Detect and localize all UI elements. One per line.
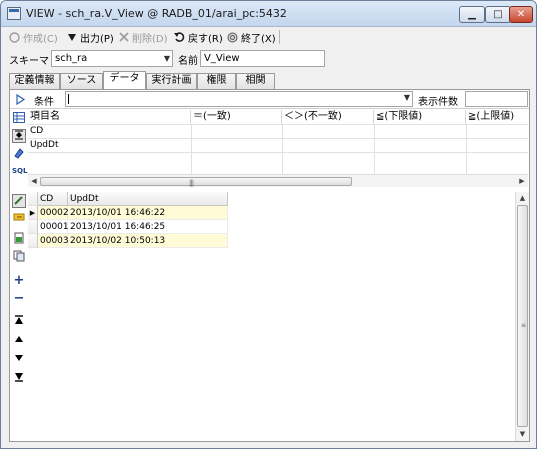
back-button[interactable]: 戻す(R) xyxy=(174,29,223,45)
create-icon xyxy=(9,31,20,43)
toolbar: 作成(C) 出力(P) 削除(D) 戻す(R) 終了(X) xyxy=(1,27,536,47)
output-button[interactable]: 出力(P) xyxy=(67,29,114,45)
app-window-icon xyxy=(7,7,21,20)
condition-row-cd[interactable]: CD xyxy=(28,124,191,138)
chevron-down-icon: ▼ xyxy=(403,93,410,102)
table-cell-upddt[interactable]: 2013/10/01 16:46:22 xyxy=(68,206,228,220)
create-label: 作成(C) xyxy=(23,33,58,45)
condition-horizontal-scrollbar[interactable]: ◀ ||| ▶ xyxy=(28,174,528,187)
scrollbar-thumb[interactable]: ≡ xyxy=(517,205,528,427)
schema-select[interactable]: sch_ra ▼ xyxy=(51,50,173,67)
data-grid: CD UpdDt ▶ 00002 2013/10/01 16:46:22 000… xyxy=(28,192,515,441)
maximize-button[interactable]: □ xyxy=(485,6,511,23)
scroll-down-icon[interactable]: ▼ xyxy=(516,428,529,440)
condition-header-equal: ＝(一致) xyxy=(191,110,282,124)
minimize-button[interactable]: ▁ xyxy=(459,6,485,23)
output-label: 出力(P) xyxy=(80,33,114,45)
row-selector[interactable] xyxy=(28,234,38,248)
column-divider xyxy=(191,124,192,174)
run-icon[interactable] xyxy=(16,94,25,105)
name-field[interactable]: V_View xyxy=(200,50,325,67)
back-label: 戻す(R) xyxy=(188,33,223,45)
scroll-left-icon[interactable]: ◀ xyxy=(28,175,40,188)
data-tab-panel: 条件 ▼ 表示件数 SQL 項目名 ＝(一致) ＜＞(不一致) ≦(下限値) ≧… xyxy=(9,89,530,442)
table-icon[interactable] xyxy=(12,112,26,126)
scroll-up-icon[interactable]: ▲ xyxy=(516,192,529,204)
table-cell-upddt[interactable]: 2013/10/02 10:50:13 xyxy=(68,234,228,248)
last-record-icon[interactable] xyxy=(12,372,26,386)
row-selector[interactable] xyxy=(28,220,38,234)
exit-icon xyxy=(227,32,238,42)
tab-execution-plan[interactable]: 実行計画 xyxy=(146,73,197,89)
name-label: 名前 xyxy=(178,56,198,67)
undo-icon xyxy=(174,31,185,42)
condition-input[interactable]: ▼ xyxy=(65,91,413,107)
row-divider xyxy=(28,152,528,153)
condition-bar: 条件 ▼ 表示件数 xyxy=(10,90,529,109)
scrollbar-thumb[interactable]: ||| xyxy=(40,177,352,187)
commit-icon[interactable] xyxy=(12,211,26,225)
condition-header-field: 項目名 xyxy=(28,110,191,124)
column-divider xyxy=(374,124,375,174)
delete-icon xyxy=(119,32,129,42)
condition-header-notequal: ＜＞(不一致) xyxy=(282,110,374,124)
condition-header-lower: ≦(下限値) xyxy=(374,110,466,124)
table-cell-cd[interactable]: 00003 xyxy=(38,234,69,248)
export-icon[interactable] xyxy=(12,232,26,246)
add-row-icon[interactable]: + xyxy=(12,274,26,288)
data-area: + − CD UpdDt ▶ 00002 2013/10/01 16:46:22… xyxy=(10,192,529,441)
column-header-cd[interactable]: CD xyxy=(38,192,68,206)
delete-label: 削除(D) xyxy=(132,33,168,45)
title-bar[interactable]: VIEW - sch_ra.V_View @ RADB_01/arai_pc:5… xyxy=(1,1,536,27)
scrollbar-grip: ≡ xyxy=(521,322,527,329)
table-cell-cd[interactable]: 00001 xyxy=(38,220,69,234)
tab-source[interactable]: ソース xyxy=(60,73,103,89)
condition-row-upddt[interactable]: UpdDt xyxy=(28,138,191,152)
collapse-icon[interactable] xyxy=(12,129,26,143)
condition-grid: 項目名 ＝(一致) ＜＞(不一致) ≦(下限値) ≧(上限値) CD UpdDt… xyxy=(28,110,528,187)
window-title: VIEW - sch_ra.V_View @ RADB_01/arai_pc:5… xyxy=(26,7,287,20)
count-field[interactable] xyxy=(465,91,528,107)
column-header-upddt[interactable]: UpdDt xyxy=(68,192,228,206)
condition-side-toolbar: SQL xyxy=(10,110,28,190)
delete-button[interactable]: 削除(D) xyxy=(119,29,168,45)
data-side-toolbar: + − xyxy=(10,192,28,441)
copy-icon[interactable] xyxy=(12,250,26,264)
data-vertical-scrollbar[interactable]: ▲ ≡ ▼ xyxy=(515,192,529,441)
tab-privileges[interactable]: 権限 xyxy=(197,73,236,89)
schema-label: スキーマ xyxy=(9,56,49,67)
grid-corner xyxy=(28,192,38,206)
chevron-down-icon: ▼ xyxy=(163,54,170,63)
close-button[interactable]: ✕ xyxy=(509,6,533,23)
table-cell-cd[interactable]: 00002 xyxy=(38,206,69,220)
prev-record-icon[interactable] xyxy=(12,334,26,348)
condition-label: 条件 xyxy=(34,97,54,108)
scroll-right-icon[interactable]: ▶ xyxy=(516,175,528,188)
text-caret xyxy=(68,94,69,104)
exit-label: 終了(X) xyxy=(241,33,276,45)
delete-row-icon[interactable]: − xyxy=(12,292,26,306)
sql-icon[interactable]: SQL xyxy=(12,164,27,178)
output-icon xyxy=(68,34,76,41)
create-button[interactable]: 作成(C) xyxy=(9,29,58,45)
column-divider xyxy=(282,124,283,174)
exit-button[interactable]: 終了(X) xyxy=(227,29,276,45)
schema-row: スキーマ sch_ra ▼ 名前 V_View xyxy=(1,49,536,69)
edit-icon[interactable] xyxy=(12,194,26,208)
tab-definition[interactable]: 定義情報 xyxy=(9,73,60,89)
eraser-icon[interactable] xyxy=(12,147,26,161)
count-label: 表示件数 xyxy=(418,97,458,108)
table-cell-upddt[interactable]: 2013/10/01 16:46:25 xyxy=(68,220,228,234)
tab-correlation[interactable]: 相関 xyxy=(236,73,275,89)
condition-header-upper: ≧(上限値) xyxy=(468,111,515,122)
row-pointer-icon[interactable]: ▶ xyxy=(28,206,38,220)
next-record-icon[interactable] xyxy=(12,353,26,367)
schema-value: sch_ra xyxy=(55,53,88,64)
column-divider xyxy=(466,124,467,174)
view-window: VIEW - sch_ra.V_View @ RADB_01/arai_pc:5… xyxy=(0,0,537,449)
tab-data[interactable]: データ xyxy=(103,71,146,89)
toolbar-separator xyxy=(279,30,280,44)
first-record-icon[interactable] xyxy=(12,315,26,329)
